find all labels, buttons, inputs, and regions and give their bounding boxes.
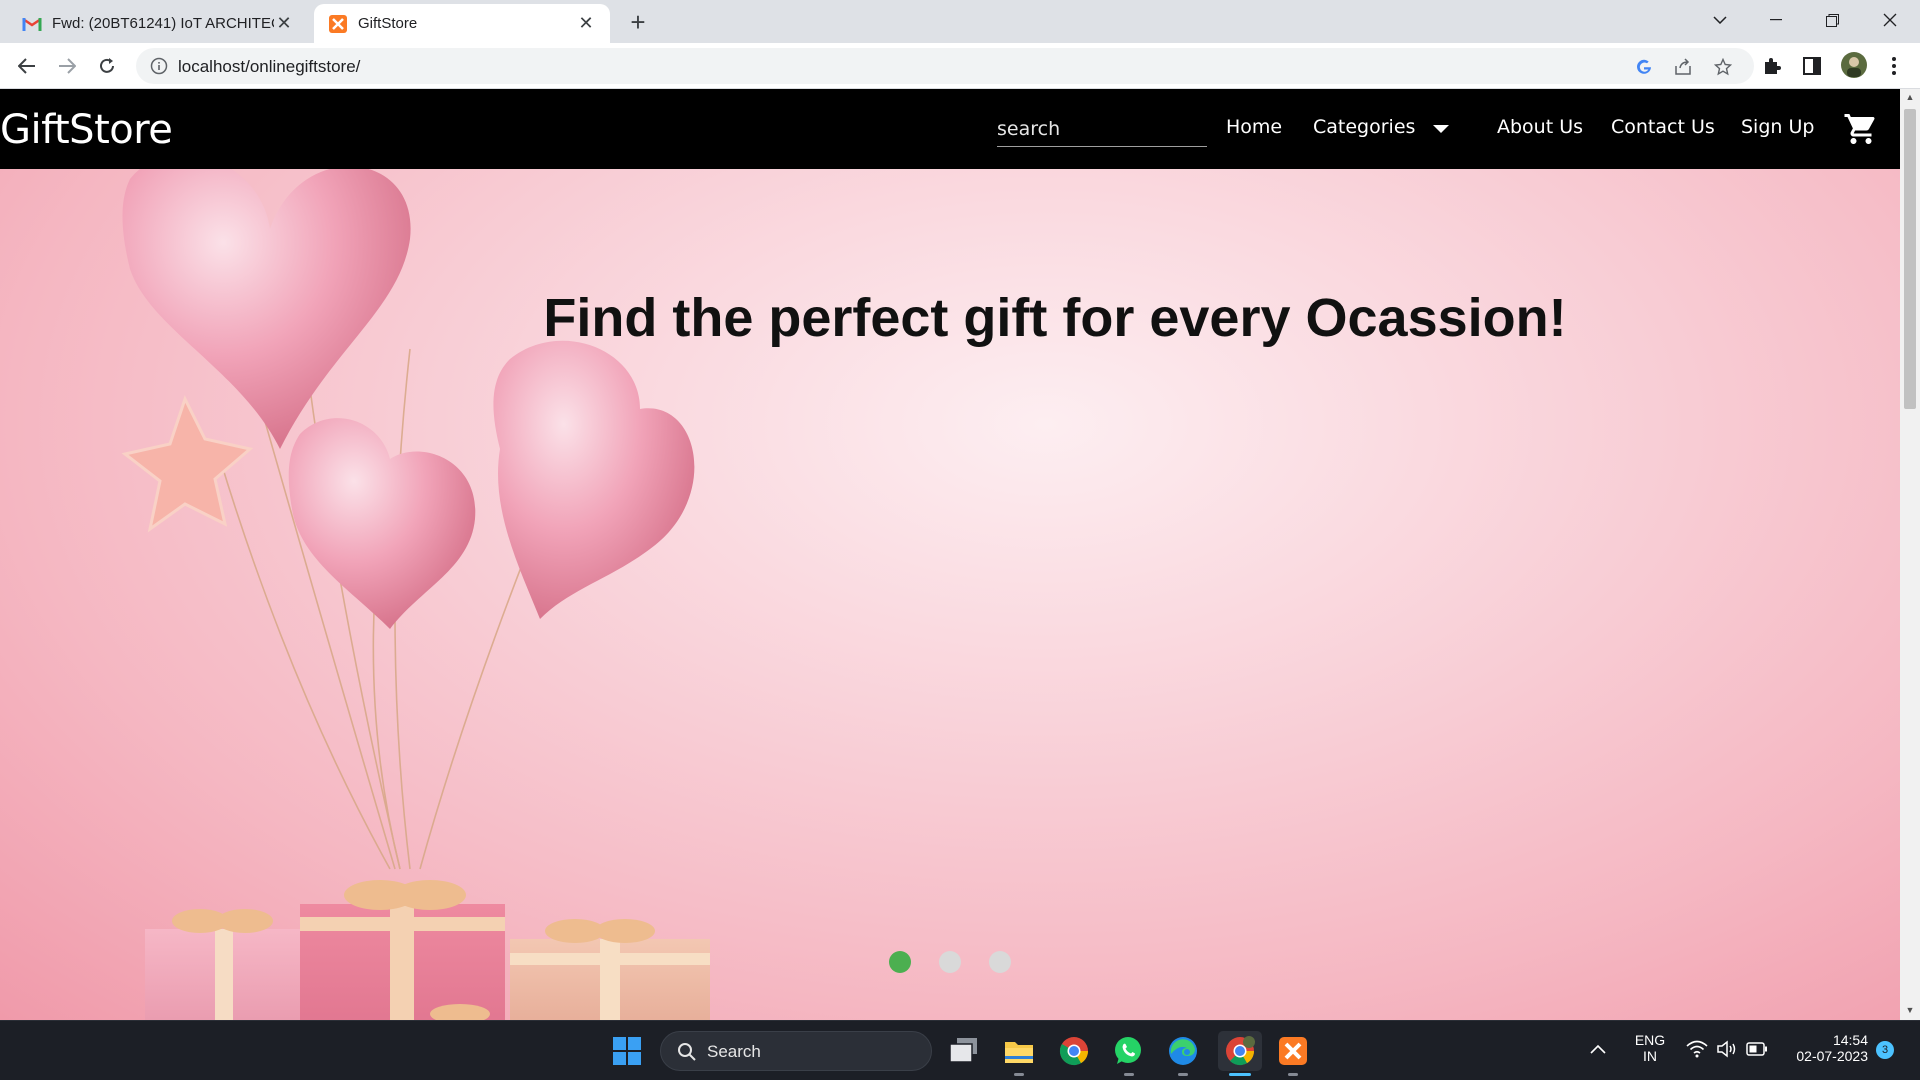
share-icon[interactable] [1672,56,1694,78]
task-view-icon[interactable] [944,1031,984,1071]
hero-headline: Find the perfect gift for every Ocassion… [543,288,1567,348]
side-panel-icon[interactable] [1800,54,1824,78]
file-explorer-icon[interactable] [999,1031,1039,1071]
chrome-profile-icon[interactable] [1218,1031,1262,1071]
google-icon[interactable] [1633,56,1655,78]
xampp-icon [328,14,348,34]
wifi-icon[interactable] [1686,1040,1708,1063]
url-text[interactable]: localhost/onlinegiftstore/ [178,57,360,77]
windows-taskbar: Search ENG IN 14:54 02-07-2023 3 [0,1020,1920,1080]
browser-menu-icon[interactable] [1882,54,1906,78]
brand-logo[interactable]: GiftStore [0,107,173,153]
scroll-down-arrow-icon[interactable]: ▼ [1905,1005,1915,1015]
tab-title: Fwd: (20BT61241) IoT ARCHITECT [52,15,274,32]
active-indicator [1229,1073,1251,1076]
page-viewport: GiftStore Home Categories About Us Conta… [0,89,1900,1020]
categories-dropdown-caret-icon[interactable] [1433,125,1449,133]
browser-tabstrip: Fwd: (20BT61241) IoT ARCHITECT ✕ GiftSto… [0,0,1920,43]
language-indicator[interactable]: ENG IN [1628,1032,1672,1064]
lang-bottom: IN [1643,1048,1657,1064]
page-scrollbar[interactable]: ▲ ▼ [1900,89,1920,1020]
running-indicator [1178,1073,1188,1076]
carousel-dot-3[interactable] [989,951,1011,973]
nav-categories-link[interactable]: Categories [1313,116,1415,138]
running-indicator [1014,1073,1024,1076]
edge-icon[interactable] [1163,1031,1203,1071]
nav-home-link[interactable]: Home [1226,116,1282,138]
nav-signup-link[interactable]: Sign Up [1741,116,1814,138]
scroll-up-arrow-icon[interactable]: ▲ [1905,92,1915,102]
show-hidden-icons-chevron-icon[interactable] [1590,1041,1606,1059]
search-icon [678,1043,696,1061]
xampp-taskbar-icon[interactable] [1273,1031,1313,1071]
clock-time: 14:54 [1832,1032,1868,1048]
restore-icon[interactable] [1804,0,1860,40]
clock-date: 02-07-2023 [1796,1048,1868,1064]
notification-badge[interactable]: 3 [1876,1041,1894,1059]
close-tab-icon[interactable]: ✕ [274,13,294,34]
battery-icon[interactable] [1746,1042,1768,1061]
carousel-dot-2[interactable] [939,951,961,973]
minimize-icon[interactable] [1748,0,1804,40]
close-window-icon[interactable] [1862,0,1918,40]
tab-gmail[interactable]: Fwd: (20BT61241) IoT ARCHITECT ✕ [8,4,308,43]
taskbar-search-box[interactable]: Search [660,1031,932,1071]
windows-start-icon[interactable] [607,1031,647,1071]
volume-icon[interactable] [1716,1040,1738,1063]
tab-search-chevron-icon[interactable] [1692,0,1748,40]
clock[interactable]: 14:54 02-07-2023 [1784,1032,1868,1064]
gmail-icon [22,14,42,34]
site-navbar: GiftStore Home Categories About Us Conta… [0,89,1900,169]
carousel-dot-1[interactable] [889,951,911,973]
tab-giftstore[interactable]: GiftStore ✕ [314,4,610,43]
back-arrow-icon[interactable] [11,50,43,82]
bookmark-star-icon[interactable] [1712,56,1734,78]
reload-icon[interactable] [91,50,123,82]
running-indicator [1124,1073,1134,1076]
address-bar[interactable]: localhost/onlinegiftstore/ [136,48,1754,84]
extensions-puzzle-icon[interactable] [1760,54,1784,78]
site-info-icon[interactable] [150,57,168,75]
forward-arrow-icon[interactable] [51,50,83,82]
whatsapp-icon[interactable] [1108,1031,1148,1071]
lang-top: ENG [1634,1032,1666,1048]
tab-title: GiftStore [358,15,418,32]
hero-carousel[interactable]: Find the perfect gift for every Ocassion… [0,169,1900,1020]
scrollbar-thumb[interactable] [1904,109,1916,409]
profile-avatar[interactable] [1840,51,1868,79]
search-input[interactable] [997,111,1207,147]
running-indicator [1288,1073,1298,1076]
new-tab-icon[interactable]: + [624,7,652,37]
taskbar-search-label: Search [707,1042,761,1061]
chrome-icon[interactable] [1054,1031,1094,1071]
browser-toolbar: localhost/onlinegiftstore/ [0,43,1920,89]
shopping-cart-icon[interactable] [1843,111,1879,147]
nav-about-link[interactable]: About Us [1497,116,1583,138]
nav-contact-link[interactable]: Contact Us [1611,116,1715,138]
close-tab-icon[interactable]: ✕ [576,13,596,34]
